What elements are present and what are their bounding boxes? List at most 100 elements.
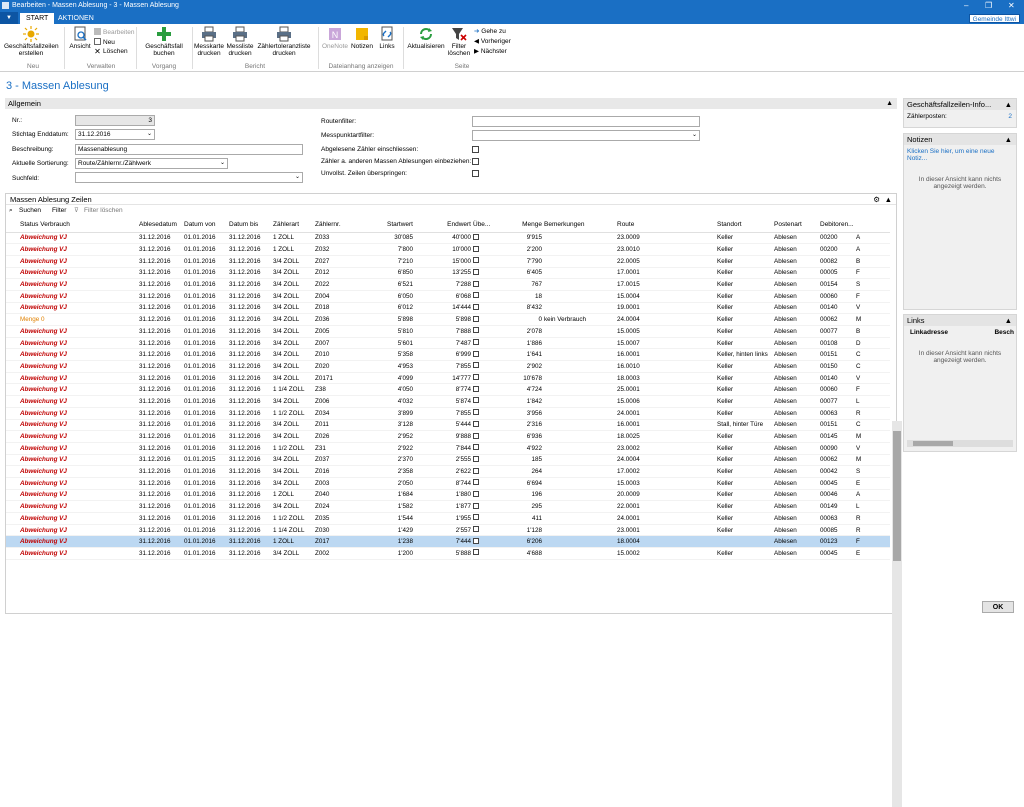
table-cell[interactable]: 31.12.2016 (228, 454, 272, 467)
table-cell[interactable]: M (855, 454, 890, 467)
table-cell[interactable]: 01.01.2016 (183, 325, 228, 338)
table-cell[interactable] (543, 512, 616, 525)
table-cell[interactable]: Z38 (314, 383, 354, 397)
table-cell[interactable]: Ablesen (773, 465, 819, 478)
table-cell[interactable]: 3/4 ZOLL (272, 278, 314, 291)
ok-button[interactable]: OK (982, 601, 1014, 613)
table-cell[interactable]: 00063 (819, 407, 855, 420)
table-cell[interactable]: 31.12.2016 (138, 325, 183, 338)
checkbox[interactable] (473, 455, 479, 462)
ueberlauf-checkbox[interactable] (472, 489, 495, 502)
ueberlauf-checkbox[interactable] (472, 407, 495, 420)
table-cell[interactable]: M (855, 313, 890, 326)
table-cell[interactable]: Ablesen (773, 407, 819, 420)
table-cell[interactable]: Keller (716, 524, 773, 537)
table-cell[interactable]: 3/4 ZOLL (272, 372, 314, 385)
table-cell[interactable]: S (855, 465, 890, 478)
table-cell[interactable]: 3/4 ZOLL (272, 395, 314, 408)
tab-aktionen[interactable]: AKTIONEN (52, 13, 100, 24)
table-cell[interactable]: 31.12.2016 (138, 383, 183, 397)
table-cell[interactable]: Ablesen (773, 419, 819, 432)
ueberlauf-checkbox[interactable] (472, 419, 495, 432)
table-row[interactable]: Abweichung VJ 31.12.2016 01.01.2016 31.12.2… (6, 383, 890, 397)
table-cell[interactable]: Ablesen (773, 524, 819, 537)
messliste-drucken-button[interactable]: Messliste drucken (225, 26, 255, 57)
collapse-icon[interactable]: ▲ (1005, 99, 1012, 110)
table-cell[interactable]: 00005 (819, 267, 855, 280)
table-cell[interactable]: Z002 (314, 547, 354, 560)
checkbox[interactable] (473, 479, 479, 486)
vorheriger-button[interactable]: ◀ Vorheriger (474, 38, 511, 46)
table-cell[interactable]: Z026 (314, 430, 354, 443)
ueberlauf-checkbox[interactable] (472, 430, 495, 443)
table-cell[interactable]: 1'955 (414, 512, 472, 525)
table-cell[interactable]: Ablesen (773, 267, 819, 280)
checkbox[interactable] (473, 303, 479, 310)
geschaeftsfall-erstellen-button[interactable]: Geschäftsfallzeilen erstellen (4, 26, 59, 57)
checkbox[interactable] (473, 444, 479, 451)
table-row[interactable]: Menge 0 31.12.2016 01.01.2016 31.12.2016 3/4… (6, 313, 890, 326)
status-cell[interactable]: Abweichung VJ (6, 430, 138, 443)
table-cell[interactable]: 4'099 (354, 372, 414, 385)
table-row[interactable]: Abweichung VJ 31.12.2016 01.01.2016 31.12.2… (6, 302, 890, 315)
table-cell[interactable]: 01.01.2016 (183, 278, 228, 291)
table-cell[interactable]: 00123 (819, 535, 855, 549)
table-cell[interactable]: Z018 (314, 302, 354, 315)
ueberlauf-checkbox[interactable] (472, 267, 495, 280)
table-cell[interactable]: 31.12.2016 (138, 302, 183, 315)
table-cell[interactable]: 01.01.2016 (183, 372, 228, 385)
table-cell[interactable]: Keller (716, 290, 773, 303)
table-cell[interactable] (543, 489, 616, 502)
table-cell[interactable]: 17.0001 (616, 267, 716, 280)
checkbox[interactable] (473, 350, 479, 357)
column-header[interactable]: Route (616, 218, 716, 233)
table-row[interactable]: Abweichung VJ 31.12.2016 01.01.2016 31.12.2… (6, 278, 890, 291)
table-cell[interactable]: Ablesen (773, 232, 819, 245)
checkbox[interactable] (473, 526, 479, 533)
table-cell[interactable] (543, 524, 616, 537)
status-cell[interactable]: Abweichung VJ (6, 477, 138, 490)
table-cell[interactable]: L (855, 500, 890, 513)
messpunktartfilter-field[interactable]: ⌄ (472, 130, 700, 141)
table-cell[interactable]: 2'952 (354, 430, 414, 443)
ueberlauf-checkbox[interactable] (472, 500, 495, 513)
table-cell[interactable]: 5'444 (414, 419, 472, 432)
table-cell[interactable]: 31.12.2016 (228, 442, 272, 455)
table-cell[interactable]: 31.12.2016 (138, 489, 183, 502)
table-cell[interactable]: Z012 (314, 267, 354, 280)
table-cell[interactable]: 00063 (819, 512, 855, 525)
table-cell[interactable]: Ablesen (773, 325, 819, 338)
table-cell[interactable]: 31.12.2016 (138, 547, 183, 560)
table-cell[interactable]: 1 1/2 ZOLL (272, 512, 314, 525)
table-cell[interactable] (543, 337, 616, 350)
table-cell[interactable] (543, 325, 616, 338)
table-cell[interactable]: Z007 (314, 337, 354, 350)
table-cell[interactable]: 31.12.2016 (228, 535, 272, 549)
ueberlauf-checkbox[interactable] (472, 383, 495, 397)
table-cell[interactable]: Keller (716, 232, 773, 245)
checkbox[interactable] (473, 374, 479, 381)
table-cell[interactable]: 31.12.2016 (138, 232, 183, 245)
table-cell[interactable]: 30'085 (354, 232, 414, 245)
ueberlauf-checkbox[interactable] (472, 535, 495, 549)
table-cell[interactable]: 7'790 (495, 255, 543, 268)
table-cell[interactable]: 31.12.2016 (228, 512, 272, 525)
table-cell[interactable]: 3/4 ZOLL (272, 348, 314, 362)
table-cell[interactable]: D (855, 337, 890, 350)
table-cell[interactable]: 00151 (819, 419, 855, 432)
table-cell[interactable]: 31.12.2016 (138, 419, 183, 432)
table-cell[interactable]: 01.01.2016 (183, 360, 228, 373)
table-cell[interactable]: Z004 (314, 290, 354, 303)
ueberlauf-checkbox[interactable] (472, 512, 495, 525)
table-cell[interactable]: Z010 (314, 348, 354, 362)
table-cell[interactable]: 01.01.2016 (183, 232, 228, 245)
checkbox[interactable] (473, 280, 479, 287)
table-cell[interactable]: 31.12.2016 (228, 477, 272, 490)
table-cell[interactable]: 31.12.2016 (228, 465, 272, 478)
table-cell[interactable]: A (855, 489, 890, 502)
status-cell[interactable]: Abweichung VJ (6, 325, 138, 338)
table-cell[interactable]: Keller (716, 500, 773, 513)
table-cell[interactable]: 22.0001 (616, 500, 716, 513)
table-cell[interactable]: Keller (716, 489, 773, 502)
table-cell[interactable]: 2'922 (354, 442, 414, 455)
